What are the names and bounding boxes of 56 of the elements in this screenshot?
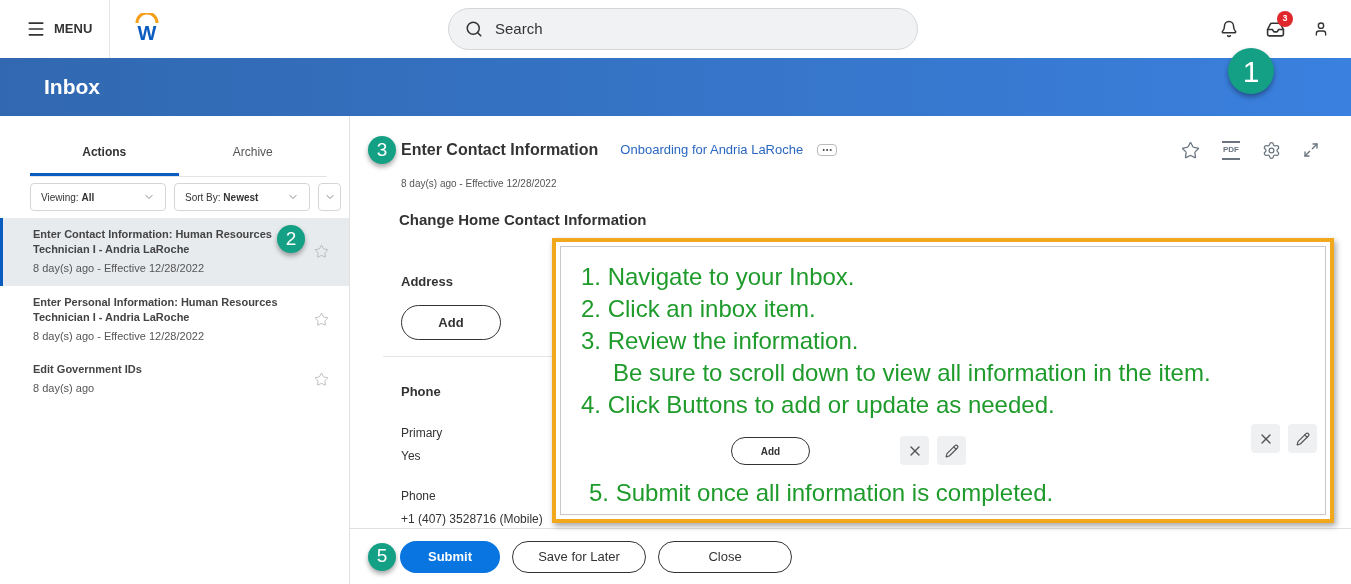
item-meta: 8 day(s) ago - Effective 12/28/2022 bbox=[33, 261, 205, 276]
filter-dropdown[interactable]: Viewing: All bbox=[30, 183, 166, 211]
inbox-icon[interactable] bbox=[1266, 19, 1285, 39]
section-heading: Change Home Contact Information bbox=[399, 210, 648, 230]
item-title: Enter Personal Information: Human Resources Technician I - Andria LaRoche bbox=[33, 294, 278, 325]
item-title: Edit Government IDs bbox=[33, 362, 143, 377]
pencil-icon bbox=[944, 443, 959, 458]
item-meta: 8 day(s) ago - Effective 12/28/2022 bbox=[33, 328, 205, 344]
star-icon[interactable] bbox=[314, 371, 329, 387]
instruction-text: 2. Click an inbox item. bbox=[581, 294, 816, 324]
field-label: Primary bbox=[401, 424, 443, 442]
pdf-button[interactable]: PDF bbox=[1222, 140, 1240, 160]
star-icon[interactable] bbox=[314, 311, 329, 327]
field-value: Yes bbox=[401, 447, 421, 465]
search-input[interactable]: Search bbox=[495, 17, 901, 41]
count-badge: 3 bbox=[1277, 10, 1293, 27]
star-icon[interactable] bbox=[314, 244, 329, 260]
step-marker: 5 bbox=[368, 542, 396, 571]
submit-button[interactable]: Submit bbox=[400, 540, 500, 573]
inbox-item[interactable]: Edit Government IDs 8 day(s) ago bbox=[0, 353, 349, 406]
search-icon bbox=[465, 20, 483, 38]
step-marker: 3 bbox=[368, 136, 396, 164]
tab[interactable]: Archive bbox=[178, 130, 327, 176]
notifications-icon[interactable] bbox=[1220, 20, 1238, 38]
fullscreen-icon[interactable] bbox=[1303, 142, 1319, 158]
tab[interactable]: Actions bbox=[30, 130, 179, 176]
edit-button[interactable] bbox=[1288, 424, 1317, 453]
menu-icon bbox=[26, 19, 46, 39]
more-button[interactable] bbox=[817, 144, 838, 156]
task-meta: 8 day(s) ago - Effective 12/28/2022 bbox=[401, 177, 558, 191]
field-value: +1 (407) 3528716 (Mobile) bbox=[401, 510, 543, 528]
step-marker: 1 bbox=[1228, 48, 1274, 94]
profile-icon[interactable] bbox=[1313, 21, 1329, 37]
field-label: Phone bbox=[401, 487, 436, 505]
logo[interactable]: W bbox=[134, 13, 160, 45]
group-heading: Address bbox=[401, 272, 454, 291]
filter-dropdown[interactable]: Sort By: Newest bbox=[174, 183, 310, 211]
settings-icon[interactable] bbox=[1262, 140, 1281, 160]
instruction-text: Be sure to scroll down to view all information in the item. bbox=[613, 358, 1211, 388]
inbox-item[interactable]: Enter Contact Information: Human Resources Technician I - Andria LaRoche 8 day(s) ago - Effective 12/28/2022 2 bbox=[0, 218, 349, 286]
favorite-icon[interactable] bbox=[1181, 140, 1200, 160]
task-title: Enter Contact Information bbox=[401, 140, 599, 160]
instruction-text: 5. Submit once all information is completed. bbox=[589, 478, 1054, 508]
edit-button[interactable] bbox=[937, 436, 966, 465]
inbox-item[interactable]: Enter Personal Information: Human Resources Technician I - Andria LaRoche 8 day(s) ago - Effective 12/28/2022 bbox=[0, 285, 349, 353]
item-title: Enter Contact Information: Human Resources Technician I - Andria LaRoche bbox=[33, 227, 273, 257]
pencil-icon bbox=[1295, 431, 1310, 446]
instruction-text: 4. Click Buttons to add or update as needed. bbox=[581, 390, 1055, 420]
step-marker: 2 bbox=[277, 225, 305, 253]
group-heading: Phone bbox=[401, 383, 441, 401]
search-field[interactable]: Search bbox=[448, 8, 918, 50]
instruction-text: 3. Review the information. bbox=[581, 326, 859, 356]
process-link[interactable]: Onboarding for Andria LaRoche bbox=[620, 140, 804, 160]
page-title: Inbox bbox=[44, 74, 100, 101]
instruction-text: 1. Navigate to your Inbox. bbox=[581, 262, 855, 292]
item-meta: 8 day(s) ago bbox=[33, 381, 96, 396]
